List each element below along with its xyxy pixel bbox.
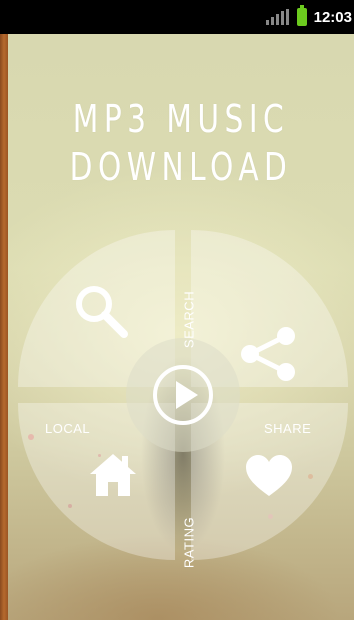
home-icon[interactable] xyxy=(88,452,138,498)
app-frame: 12:03 MP3 MUSIC DOWNLOAD SEARCH LOCAL SH… xyxy=(0,0,354,620)
signal-icon xyxy=(265,9,289,25)
battery-icon xyxy=(296,5,307,26)
status-time: 12:03 xyxy=(313,8,352,26)
local-label[interactable]: LOCAL xyxy=(45,421,90,436)
search-label[interactable]: SEARCH xyxy=(182,290,197,350)
share-label[interactable]: SHARE xyxy=(264,421,311,436)
share-icon[interactable] xyxy=(238,322,302,386)
heart-icon[interactable] xyxy=(244,454,294,498)
menu-wheel: SEARCH LOCAL SHARE RATING xyxy=(18,230,348,568)
app-title-line1: MP3 MUSIC xyxy=(72,97,290,141)
status-bar: 12:03 xyxy=(0,0,354,34)
rating-label[interactable]: RATING xyxy=(182,513,197,573)
play-icon[interactable] xyxy=(151,363,215,427)
search-icon[interactable] xyxy=(72,282,130,340)
app-title-line2: DOWNLOAD xyxy=(69,145,293,189)
main-screen: MP3 MUSIC DOWNLOAD SEARCH LOCAL SHARE RA… xyxy=(8,34,354,620)
